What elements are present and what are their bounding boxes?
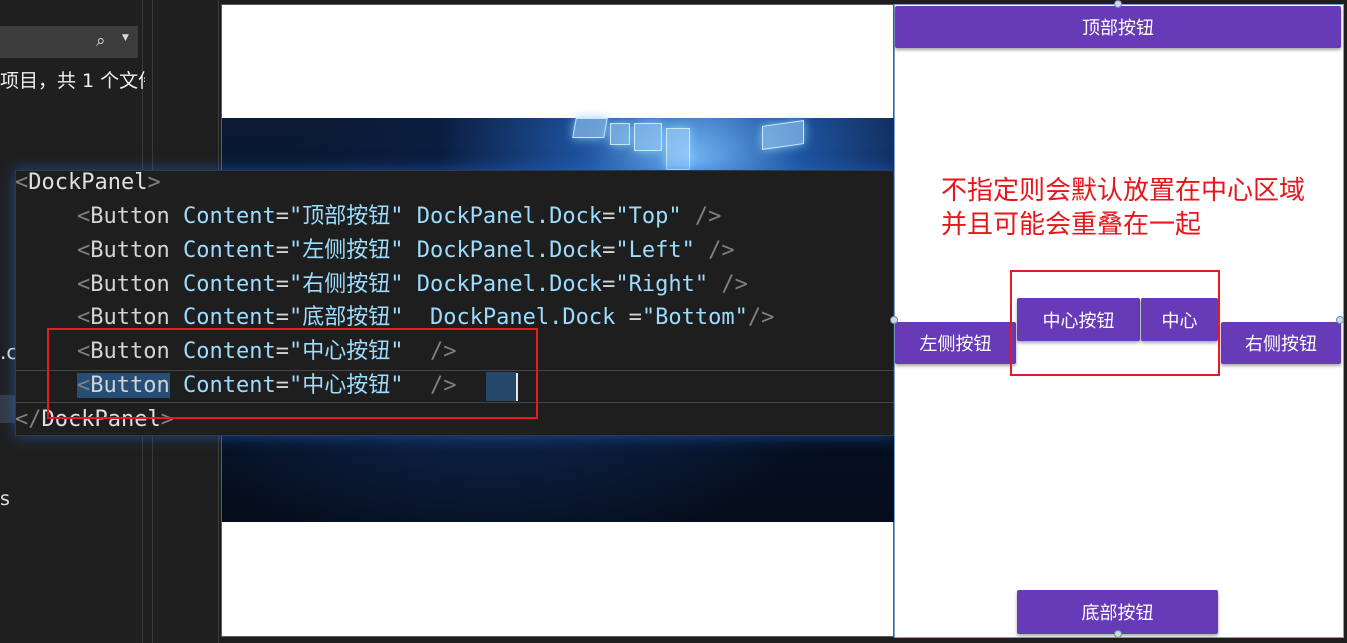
code-token: < — [77, 238, 91, 263]
code-token: Button — [90, 305, 170, 330]
resize-handle[interactable] — [1114, 0, 1122, 8]
code-token: DockPanel.Dock — [416, 204, 603, 229]
code-token: Button — [90, 238, 170, 263]
resize-handle[interactable] — [1336, 316, 1344, 324]
image-glow-block — [610, 123, 630, 145]
code-token: DockPanel — [28, 170, 148, 195]
image-glow-block — [634, 123, 662, 151]
code-token: "顶部按钮" — [288, 204, 404, 229]
code-token: < — [15, 170, 29, 195]
code-line-button-left[interactable]: <Button Content="左侧按钮" DockPanel.Dock="L… — [77, 234, 735, 268]
code-token: /> — [694, 238, 735, 263]
bottom-button[interactable]: 底部按钮 — [1017, 590, 1218, 634]
code-token: "Right" — [615, 272, 709, 297]
code-token: < — [77, 204, 91, 229]
code-token: /> — [708, 272, 748, 297]
code-token: /> — [681, 204, 722, 229]
code-line-button-right[interactable]: <Button Content="右侧按钮" DockPanel.Dock="R… — [77, 268, 748, 302]
code-token: Content — [182, 238, 276, 263]
code-token: Content — [182, 305, 276, 330]
left-button[interactable]: 左侧按钮 — [895, 322, 1016, 364]
code-token: DockPanel.Dock — [416, 272, 603, 297]
search-input[interactable] — [0, 26, 138, 58]
tree-selection-highlight — [0, 395, 16, 423]
code-token: > — [147, 170, 161, 195]
code-token: "右侧按钮" — [288, 272, 404, 297]
top-button[interactable]: 顶部按钮 — [895, 6, 1341, 48]
search-result-summary: 项目，共 1 个文件 — [0, 70, 145, 92]
code-line-dockpanel-open[interactable]: <DockPanel> — [15, 166, 161, 200]
code-token: "Left" — [615, 238, 695, 263]
code-token: </ — [15, 407, 42, 432]
annotation-note-line2: 并且可能会重叠在一起 — [941, 210, 1202, 240]
code-token: < — [77, 305, 91, 330]
code-highlight-box — [47, 328, 538, 419]
annotation-note-line1: 不指定则会默认放置在中心区域 — [941, 176, 1306, 206]
code-token: DockPanel.Dock — [429, 305, 629, 330]
resize-handle[interactable] — [890, 316, 898, 324]
image-glow-block — [572, 118, 608, 138]
code-token: "Top" — [615, 204, 682, 229]
code-token: < — [77, 272, 91, 297]
search-icon[interactable]: ⌕ — [96, 31, 106, 51]
code-token: Content — [182, 272, 276, 297]
code-token: Button — [90, 204, 170, 229]
code-line-button-top[interactable]: <Button Content="顶部按钮" DockPanel.Dock="T… — [77, 200, 721, 234]
tree-item-fragment[interactable]: s — [0, 488, 10, 510]
code-token: Content — [182, 204, 276, 229]
code-token: /> — [747, 305, 775, 330]
code-token: "底部按钮" — [288, 305, 404, 330]
code-token: "Bottom" — [641, 305, 748, 330]
code-token: Button — [90, 272, 170, 297]
chevron-down-icon[interactable]: ▼ — [122, 33, 129, 43]
design-highlight-box — [1010, 270, 1220, 376]
right-button[interactable]: 右侧按钮 — [1221, 322, 1341, 364]
image-glow-block — [666, 128, 690, 170]
image-glow-block — [762, 120, 804, 150]
code-token: "左侧按钮" — [288, 238, 404, 263]
code-token: DockPanel.Dock — [416, 238, 603, 263]
resize-handle[interactable] — [1114, 630, 1122, 638]
